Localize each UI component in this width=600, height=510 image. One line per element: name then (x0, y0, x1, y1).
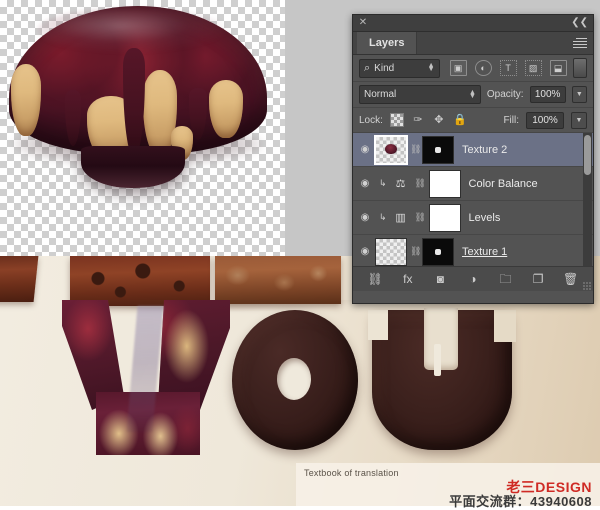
layer-thumbnails[interactable]: ⛓ (375, 237, 454, 266)
new-adjustment-layer-button[interactable]: ◑ (463, 272, 483, 286)
new-layer-button[interactable]: ❐ (528, 272, 548, 286)
tab-layers[interactable]: Layers (357, 32, 418, 54)
letter-o (232, 310, 358, 450)
layer-row-texture-2[interactable]: ◉ ⛓ Texture 2 (353, 133, 593, 167)
filter-pixel-icon[interactable]: ▣ (449, 60, 467, 76)
add-layer-mask-button[interactable]: ◙ (430, 272, 450, 286)
delete-layer-button[interactable]: 🗑 (561, 272, 581, 286)
layer-filter-row[interactable]: ⌕ Kind ▲ ▼ ▣ ◐ T ▨ ⬓ (353, 55, 593, 82)
blend-mode-row[interactable]: Normal ▲ ▼ Opacity: 100% ▼ (353, 82, 593, 108)
lock-transparency-icon[interactable] (389, 113, 404, 127)
document-window-top[interactable] (0, 0, 285, 256)
filter-kind-select[interactable]: ⌕ Kind ▲ ▼ (359, 58, 440, 78)
lock-image-pixels-icon[interactable]: ✑ (411, 113, 425, 127)
layer-visibility-icon[interactable]: ◉ (355, 178, 375, 189)
mask-content (435, 146, 441, 153)
letter-u-right-step (494, 310, 516, 342)
opacity-dropdown-icon[interactable]: ▼ (571, 86, 587, 103)
spinner-down-icon: ▼ (427, 66, 435, 73)
layers-panel-footer[interactable]: ⛓ fx ◙ ◑ 🗀 ❐ 🗑 (353, 266, 593, 291)
layer-name[interactable]: Texture 1 (462, 246, 507, 258)
lock-position-icon[interactable]: ✥ (432, 113, 446, 127)
panel-tab-row[interactable]: Layers (353, 32, 593, 55)
layer-styles-button[interactable]: fx (398, 272, 418, 286)
layer-row-color-balance[interactable]: ◉ ↳ ⚖ ⛓ Color Balance (353, 167, 593, 201)
lock-all-icon[interactable]: 🔒 (453, 113, 467, 127)
new-group-button[interactable]: 🗀 (496, 272, 516, 286)
opacity-input[interactable]: 100% (529, 86, 566, 103)
mask-link-icon[interactable]: ⛓ (410, 144, 421, 155)
close-icon[interactable]: ✕ (358, 18, 368, 28)
mask-link-icon[interactable]: ⛓ (415, 212, 426, 223)
layer-visibility-icon[interactable]: ◉ (355, 212, 375, 223)
layer-row-levels[interactable]: ◉ ↳ ▥ ⛓ Levels (353, 201, 593, 235)
layer-name[interactable]: Texture 2 (462, 144, 507, 156)
brownie-strip-2 (70, 256, 210, 306)
filter-kind-spinner[interactable]: ▲ ▼ (427, 62, 435, 73)
fill-label: Fill: (503, 114, 519, 126)
filter-smartobject-icon[interactable]: ⬓ (549, 60, 567, 76)
color-balance-icon[interactable]: ⚖ (392, 177, 410, 190)
opacity-label: Opacity: (486, 89, 524, 100)
letter-u (368, 308, 516, 450)
layer-thumbnails[interactable]: ⛓ (374, 134, 454, 165)
fill-dropdown-icon[interactable]: ▼ (571, 111, 587, 129)
scrollbar-thumb[interactable] (584, 135, 591, 175)
collapse-panel-icon[interactable]: ❮❮ (571, 17, 588, 28)
watermark: Textbook of translation 老三DESIGN 平面交流群：4… (296, 463, 600, 509)
spinner-down-icon: ▼ (468, 92, 476, 100)
layer-name[interactable]: Levels (469, 212, 501, 224)
filter-adjustment-icon[interactable]: ◐ (474, 60, 492, 76)
clipping-mask-icon: ↳ (379, 212, 387, 222)
layer-mask-thumbnail[interactable] (428, 203, 461, 232)
letter-u-notch-inner (434, 344, 441, 376)
watermark-caption: Textbook of translation (304, 468, 399, 478)
layer-name[interactable]: Color Balance (469, 178, 538, 190)
filter-enable-toggle[interactable] (572, 58, 587, 78)
filter-shape-icon[interactable]: ▨ (524, 60, 542, 76)
lock-label: Lock: (359, 114, 383, 126)
lock-row[interactable]: Lock: ✑ ✥ 🔒 Fill: 100% ▼ (353, 108, 593, 133)
layer-visibility-icon[interactable]: ◉ (355, 144, 375, 155)
layer-row-texture-1[interactable]: ◉ ⛓ Texture 1 (353, 235, 593, 266)
link-layers-button[interactable]: ⛓ (365, 272, 385, 286)
brownie-strip-1 (0, 256, 39, 302)
levels-icon[interactable]: ▥ (392, 211, 410, 224)
layer-mask-thumbnail[interactable] (422, 135, 454, 164)
blend-mode-value: Normal (364, 89, 397, 100)
brownie-strip-3 (215, 256, 341, 304)
filter-type-icons[interactable]: ▣ ◐ T ▨ ⬓ (449, 60, 567, 76)
panel-titlebar[interactable]: ✕ ❮❮ (353, 15, 593, 32)
mask-link-icon[interactable]: ⛓ (410, 246, 421, 257)
resize-grip[interactable] (583, 282, 591, 290)
layer-mask-thumbnail[interactable] (428, 169, 461, 198)
cake-base (81, 146, 185, 188)
cake-photo (3, 4, 275, 236)
layers-panel[interactable]: ✕ ❮❮ Layers ⌕ Kind ▲ ▼ ▣ ◐ T ▨ ⬓ Normal (352, 14, 594, 304)
thumbnail-content (385, 143, 397, 154)
search-icon: ⌕ (364, 61, 371, 74)
panel-menu-icon[interactable] (573, 38, 587, 48)
layer-thumbnail[interactable] (374, 134, 408, 165)
mask-link-icon[interactable]: ⛓ (415, 178, 426, 189)
letter-y (62, 300, 230, 455)
adjustment-icons: ↳ ⚖ ⛓ (375, 169, 461, 198)
blend-mode-select[interactable]: Normal ▲ ▼ (359, 85, 481, 104)
layer-thumbnail[interactable] (375, 237, 407, 266)
clipping-mask-icon: ↳ (379, 178, 387, 188)
letter-u-left-step (368, 310, 388, 340)
blend-mode-spinner[interactable]: ▲ ▼ (468, 89, 476, 100)
layer-list[interactable]: ◉ ⛓ Texture 2 ◉ ↳ ⚖ ⛓ Color Balance ◉ ↳ … (353, 133, 593, 266)
mask-content (435, 248, 441, 255)
layer-mask-thumbnail[interactable] (422, 237, 454, 266)
cake-highlight (37, 8, 227, 52)
adjustment-icons: ↳ ▥ ⛓ (375, 203, 461, 232)
layer-list-scrollbar[interactable] (583, 133, 592, 266)
letter-u-notch (424, 308, 458, 370)
filter-kind-label: Kind (374, 62, 395, 74)
fill-input[interactable]: 100% (526, 111, 564, 129)
watermark-qq-group: 平面交流群：43940608 (449, 494, 592, 509)
filter-type-icon[interactable]: T (499, 60, 517, 76)
layer-visibility-icon[interactable]: ◉ (355, 246, 375, 257)
